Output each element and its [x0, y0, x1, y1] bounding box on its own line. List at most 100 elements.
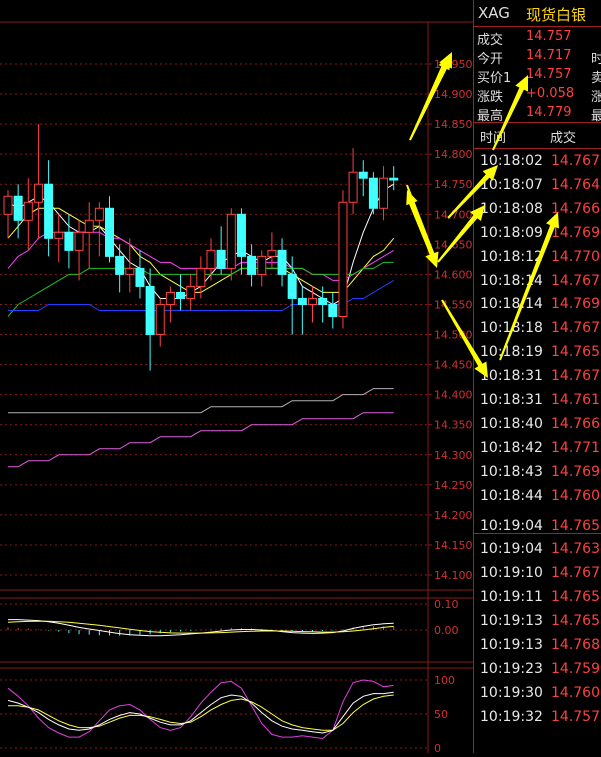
macd-dea-line: [7, 620, 394, 634]
tick-row[interactable]: 10:18:42 14.771: [474, 437, 601, 461]
tick-row[interactable]: 10:19:04 14.763: [474, 538, 601, 562]
tick-row[interactable]: 10:18:18 14.767: [474, 317, 601, 341]
tick-time: 10:18:12: [480, 248, 543, 265]
price-tick-label: 14.800: [434, 148, 473, 161]
candle: [338, 190, 348, 329]
candle-body: [23, 201, 33, 221]
candle: [348, 148, 358, 215]
tick-row[interactable]: 10:18:02 14.767: [474, 150, 601, 174]
tick-time: 10:18:31: [480, 368, 543, 385]
price-tick-label: 14.900: [434, 88, 473, 101]
price-tick-label: 14.600: [434, 268, 473, 281]
price-tick-label: 14.550: [434, 298, 473, 311]
candle: [358, 160, 368, 197]
annotation-arrow: [406, 190, 436, 266]
tick-row[interactable]: 10:19:11 14.765: [474, 586, 601, 610]
candle-body: [74, 231, 84, 251]
tick-time: 10:19:13: [480, 613, 543, 630]
quote-row: 涨跌 +0.058 涨: [474, 84, 601, 105]
tick-price: 14.763: [551, 541, 600, 558]
tick-row[interactable]: 10:18:09 14.769: [474, 222, 601, 246]
tick-row[interactable]: 10:18:31 14.767: [474, 365, 601, 389]
candle-body: [287, 273, 297, 299]
tick-price: 14.766: [551, 415, 600, 432]
tick-time: 10:19:13: [480, 637, 543, 653]
quote-value: 14.779: [526, 105, 572, 120]
instrument-header: XAG 现货白银: [474, 0, 601, 27]
tick-time: 10:18:31: [480, 392, 543, 408]
tick-price: 14.769: [551, 463, 600, 480]
tick-time: 10:19:23: [480, 660, 543, 677]
tick-row[interactable]: 10:18:14 14.769: [474, 293, 601, 317]
tick-row[interactable]: 10:18:08 14.766: [474, 198, 601, 222]
tick-row[interactable]: 10:19:13 14.768: [474, 634, 601, 658]
candle: [226, 208, 236, 281]
candle-body: [267, 249, 277, 257]
price-tick-label: 14.450: [434, 359, 473, 372]
candle: [267, 232, 277, 269]
candle-body: [105, 207, 114, 257]
tick-price: 14.765: [551, 517, 600, 534]
tick-row[interactable]: 10:18:43 14.769: [474, 461, 601, 485]
price-tick-label: 14.250: [434, 479, 473, 492]
quote-row: 买价1 14.757 卖: [474, 65, 601, 86]
candle: [145, 268, 155, 371]
ticks-header-time: 时间: [480, 131, 507, 146]
candle: [176, 274, 186, 311]
chart-area[interactable]: 14.950 14.900 14.850 14.800 14.750 14.700 14.6…: [0, 0, 473, 755]
tick-time: 10:18:07: [480, 176, 543, 193]
price-tick-label: 14.300: [434, 449, 473, 462]
tick-price: 14.766: [551, 200, 600, 217]
kdj-tick-label: 0: [434, 742, 441, 753]
tick-time: 10:18:19: [480, 344, 543, 361]
candle-body: [33, 183, 43, 203]
candle-body: [125, 267, 135, 275]
candle-body: [389, 177, 399, 181]
candle-body: [358, 171, 368, 179]
tick-row[interactable]: 10:18:44 14.760: [474, 485, 601, 509]
candle: [389, 166, 399, 191]
tick-time: 10:18:18: [480, 320, 543, 337]
kdj-k-line: [7, 691, 394, 734]
tick-time: 10:19:30: [480, 684, 543, 701]
candle: [247, 244, 257, 287]
tick-row[interactable]: 10:19:13 14.765: [474, 610, 601, 634]
tick-price: 14.760: [551, 684, 600, 701]
tick-price: 14.760: [551, 487, 600, 504]
tick-time: 10:18:43: [480, 463, 543, 480]
quote-value: 14.757: [526, 67, 572, 82]
tick-row[interactable]: 10:18:07 14.764: [474, 174, 601, 198]
tick-time: 10:18:42: [480, 439, 543, 456]
tick-price: 14.761: [551, 392, 600, 408]
tick-row[interactable]: 10:19:32 14.757: [474, 706, 601, 730]
candle-body: [379, 177, 389, 209]
tick-row[interactable]: 10:18:14 14.767: [474, 270, 601, 294]
candle: [297, 286, 307, 335]
panel-divider: [474, 533, 601, 534]
tick-price: 14.757: [551, 708, 600, 725]
tick-price: 14.767: [551, 153, 600, 169]
tick-row[interactable]: 10:18:40 14.766: [474, 413, 601, 437]
candle: [328, 292, 338, 329]
price-tick-label: 14.650: [434, 238, 473, 251]
tick-row[interactable]: 10:19:30 14.760: [474, 682, 601, 706]
kline-chart[interactable]: 14.95014.90014.85014.80014.75014.70014.6…: [0, 0, 473, 755]
tick-price: 14.765: [551, 613, 600, 630]
tick-price: 14.768: [551, 637, 600, 653]
tick-row[interactable]: 10:18:12 14.770: [474, 246, 601, 270]
tick-time: 10:18:08: [480, 200, 543, 217]
tick-row[interactable]: 10:19:04 14.765: [474, 515, 601, 539]
tick-time: 10:19:32: [480, 708, 543, 725]
price-tick-label: 14.350: [434, 419, 473, 432]
tick-row[interactable]: 10:19:10 14.767: [474, 562, 601, 586]
tick-row[interactable]: 10:18:31 14.761: [474, 389, 601, 413]
candle-body: [196, 267, 206, 287]
candle-body: [328, 303, 338, 317]
tick-row[interactable]: 10:18:19 14.765: [474, 341, 601, 365]
candle: [84, 202, 94, 269]
tick-price: 14.769: [551, 296, 600, 313]
tick-row[interactable]: 10:19:23 14.759: [474, 658, 601, 682]
candle-body: [115, 255, 125, 275]
tick-time: 10:19:04: [480, 517, 543, 534]
candle-body: [226, 213, 236, 269]
